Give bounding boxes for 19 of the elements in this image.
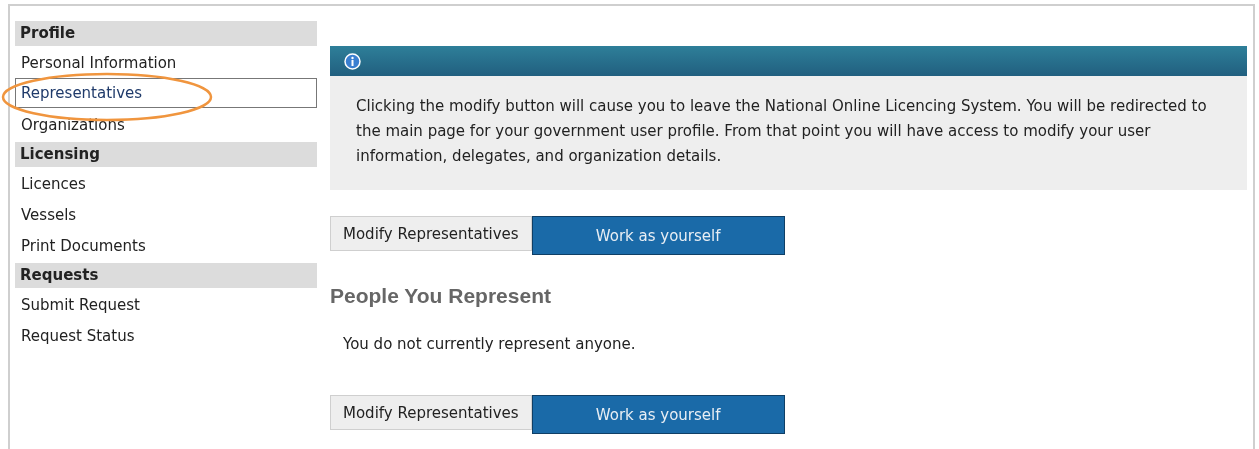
- info-icon: [344, 52, 361, 70]
- empty-message: You do not currently represent anyone.: [343, 335, 637, 353]
- sidebar-item[interactable]: Licences: [15, 168, 317, 198]
- sidebar-item[interactable]: Print Documents: [15, 230, 317, 260]
- sidebar-item[interactable]: Representatives: [15, 78, 317, 108]
- modify-button[interactable]: Modify Representatives: [330, 395, 532, 430]
- section-heading: People You Represent: [330, 284, 552, 308]
- sidebar-item[interactable]: Personal Information: [15, 47, 317, 77]
- sidebar-item[interactable]: Vessels: [15, 199, 317, 229]
- work-as-yourself-button[interactable]: Work as yourself: [531, 216, 785, 255]
- section-header: Licensing: [15, 142, 317, 167]
- sidebar-item[interactable]: Organizations: [15, 109, 317, 139]
- section-header: Requests: [15, 263, 317, 288]
- info-message: Clicking the modify button will cause you to leave the National Online Licencing System. You will be redirected to the main page for your government user profile. From that point you will have access to modify your user information, delegates, and organization details.: [355, 96, 1208, 167]
- work-as-yourself-button[interactable]: Work as yourself: [531, 395, 785, 434]
- sidebar-item[interactable]: Submit Request: [15, 289, 317, 319]
- section-header: Profile: [15, 21, 317, 46]
- sidebar-item[interactable]: Request Status: [15, 320, 317, 350]
- modify-button[interactable]: Modify Representatives: [330, 216, 532, 251]
